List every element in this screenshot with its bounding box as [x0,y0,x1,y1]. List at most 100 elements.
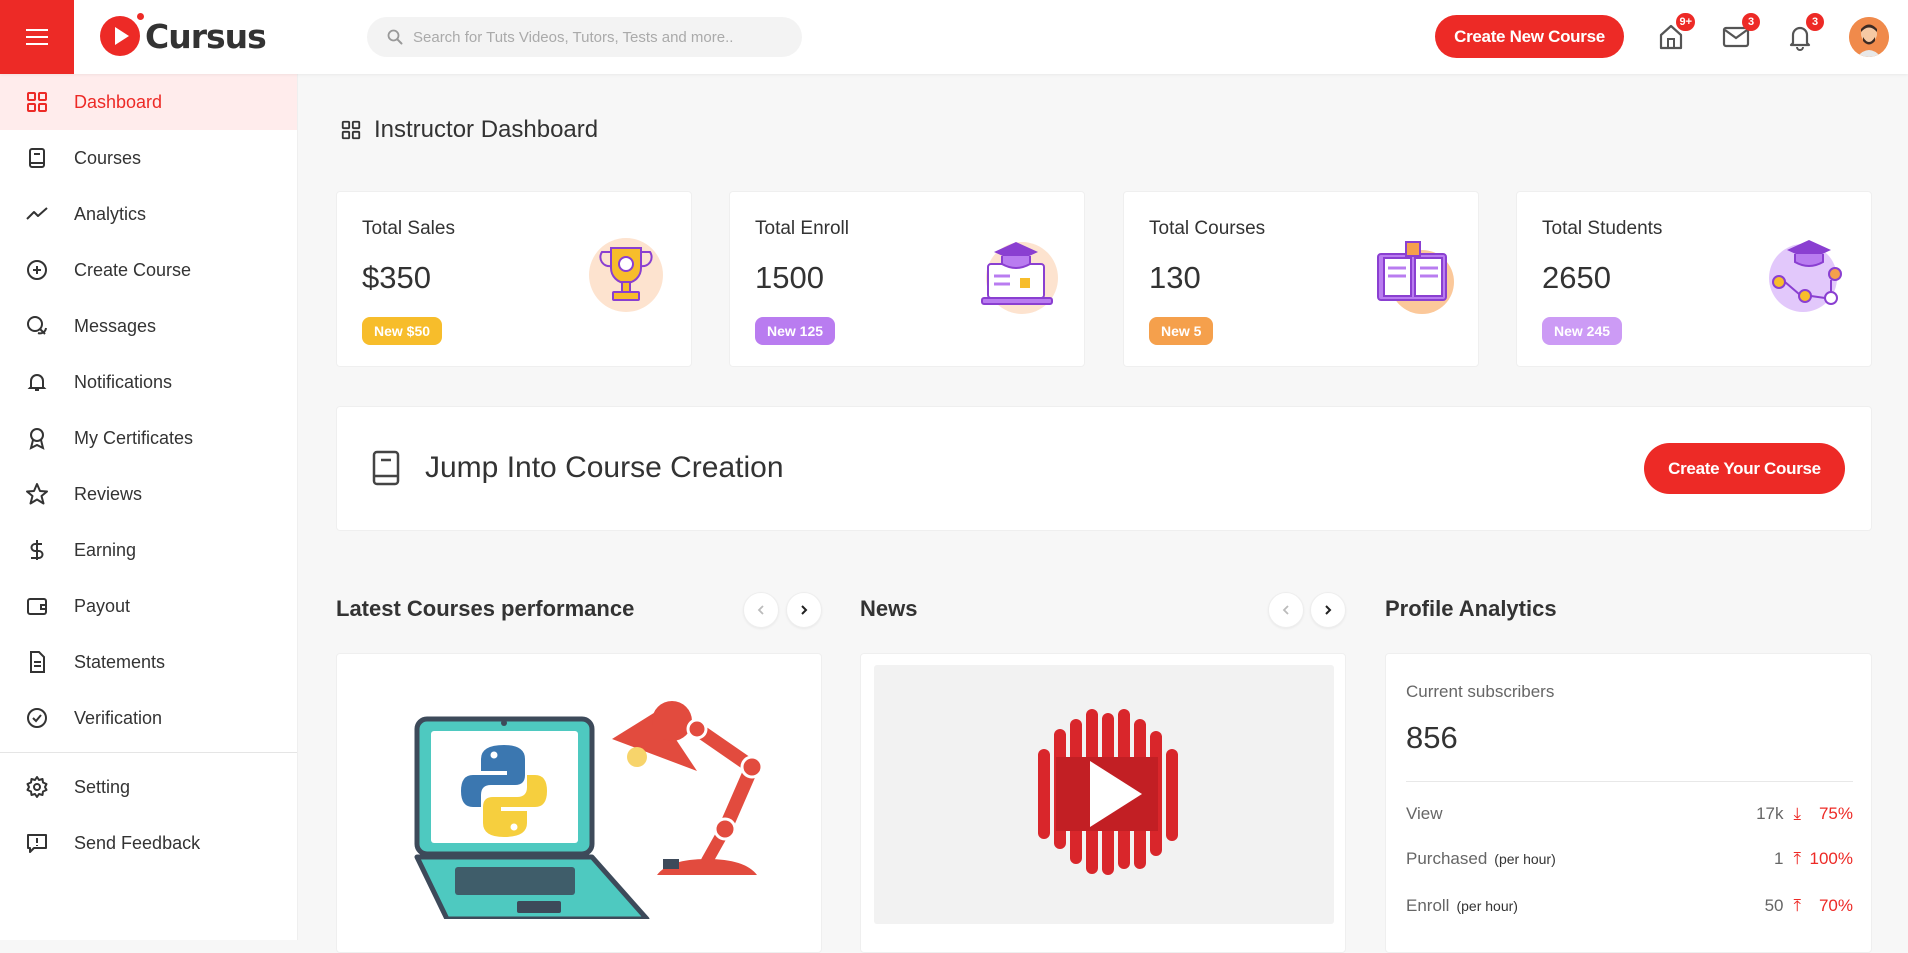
page-title-text: Instructor Dashboard [374,116,599,143]
sidebar-item-analytics[interactable]: Analytics [0,186,297,242]
stat-card-total-courses: Total Courses 130 New 5 [1123,191,1479,367]
feedback-icon [27,834,47,853]
sidebar-item-create-course[interactable]: Create Course [0,242,297,298]
sidebar-item-messages[interactable]: Messages [0,298,297,354]
notifications-button[interactable]: 3 [1785,13,1824,52]
brand-logo[interactable]: Cursus [100,13,267,56]
sidebar-item-label: Reviews [74,483,143,504]
menu-toggle-button[interactable] [0,0,74,74]
sidebar-item-payout[interactable]: Payout [0,578,297,634]
latest-prev-button[interactable] [743,592,779,628]
search-bar[interactable] [367,17,802,57]
stat-badge: New $50 [362,317,443,345]
arrow-up-icon: ⤒ [1793,849,1801,868]
news-card[interactable] [860,653,1346,953]
stat-badge: New 5 [1149,317,1214,345]
sidebar-item-send-feedback[interactable]: Send Feedback [0,815,297,871]
analytics-row-enroll: Enroll (per hour) 50 ⤒ 70% [1406,894,1853,918]
sidebar-item-label: Setting [74,776,131,797]
video-play-logo-icon [1038,709,1178,875]
stat-title: Total Sales [362,218,455,239]
news-heading: News [860,596,918,621]
row-percent: 70% [1818,896,1853,915]
sidebar-item-reviews[interactable]: Reviews [0,466,297,522]
sidebar-item-label: Verification [74,707,163,728]
python-course-thumbnail [414,701,764,919]
sidebar-item-label: Dashboard [74,91,163,112]
subscribers-label: Current subscribers [1406,682,1555,701]
analytics-row-purchased: Purchased (per hour) 1 ⤒ 100% [1406,847,1853,871]
latest-course-card[interactable] [336,653,822,953]
row-percent: 75% [1818,804,1853,823]
stat-value: $350 [362,260,431,295]
stat-value: 130 [1149,260,1201,295]
news-prev-button[interactable] [1268,592,1304,628]
gear-icon [26,776,48,798]
main-content: Instructor Dashboard Total Sales $350 Ne… [298,74,1908,953]
top-bar: Cursus Create New Course 9+ 3 3 [0,0,1908,74]
book-icon [29,148,45,168]
grid-icon [27,92,47,112]
open-book-icon [1377,241,1454,314]
stat-value: 1500 [755,260,824,295]
brand-name: Cursus [145,16,267,56]
sidebar-item-dashboard[interactable]: Dashboard [0,74,297,130]
stat-card-total-sales: Total Sales $350 New $50 [336,191,692,367]
dollar-icon [30,540,44,560]
news-image [874,665,1334,924]
home-badge: 9+ [1676,13,1695,31]
page-title: Instructor Dashboard [340,116,598,144]
sidebar-item-label: Create Course [74,259,192,280]
arrow-down-icon: ⤓ [1793,804,1801,823]
sidebar-item-earning[interactable]: Earning [0,522,297,578]
chevron-left-icon [757,605,764,615]
stat-title: Total Students [1542,218,1663,239]
messages-button[interactable]: 3 [1721,13,1760,52]
home-button[interactable]: 9+ [1656,13,1695,52]
sidebar-item-notifications[interactable]: Notifications [0,354,297,410]
row-name: Enroll [1406,896,1450,915]
hamburger-icon [26,29,48,45]
plus-circle-icon [27,260,47,280]
row-value: 50 [1764,896,1784,915]
create-new-course-button[interactable]: Create New Course [1435,15,1624,58]
sidebar-item-setting[interactable]: Setting [0,759,297,815]
document-icon [30,651,45,673]
sidebar-item-label: Messages [74,315,157,336]
trend-icon [26,207,48,220]
stat-title: Total Courses [1149,218,1266,239]
row-subtitle: (per hour) [1456,898,1518,914]
sidebar-item-statements[interactable]: Statements [0,634,297,690]
row-value: 1 [1774,849,1784,868]
row-value: 17k [1756,804,1784,823]
stat-card-total-students: Total Students 2650 New 245 [1516,191,1872,367]
sidebar: Dashboard Courses Analytics Create Cours… [0,74,298,940]
row-subtitle: (per hour) [1494,851,1556,867]
wallet-icon [27,598,47,615]
students-network-icon [1769,240,1842,312]
user-avatar[interactable] [1849,17,1889,57]
divider [1406,781,1853,782]
stat-value: 2650 [1542,260,1611,295]
search-input[interactable] [413,28,783,46]
latest-courses-heading: Latest Courses performance [336,596,635,621]
profile-analytics-card: Current subscribers 856 View 17k ⤓ 75% P… [1385,653,1872,953]
profile-analytics-heading: Profile Analytics [1385,596,1557,621]
row-name: View [1406,804,1443,823]
trophy-icon [589,238,663,312]
sidebar-item-label: Earning [74,539,137,560]
check-circle-icon [27,708,47,728]
stat-title: Total Enroll [755,218,849,239]
create-your-course-button[interactable]: Create Your Course [1644,443,1845,494]
latest-next-button[interactable] [786,592,822,628]
sidebar-item-label: Courses [74,147,142,168]
sidebar-item-courses[interactable]: Courses [0,130,297,186]
stat-badge: New 125 [755,317,836,345]
sidebar-item-verification[interactable]: Verification [0,690,297,746]
chevron-right-icon [1325,605,1332,615]
sidebar-item-label: Send Feedback [74,832,201,853]
bell-icon [27,374,47,391]
news-next-button[interactable] [1310,592,1346,628]
analytics-row-view: View 17k ⤓ 75% [1406,802,1853,826]
sidebar-item-my-certificates[interactable]: My Certificates [0,410,297,466]
